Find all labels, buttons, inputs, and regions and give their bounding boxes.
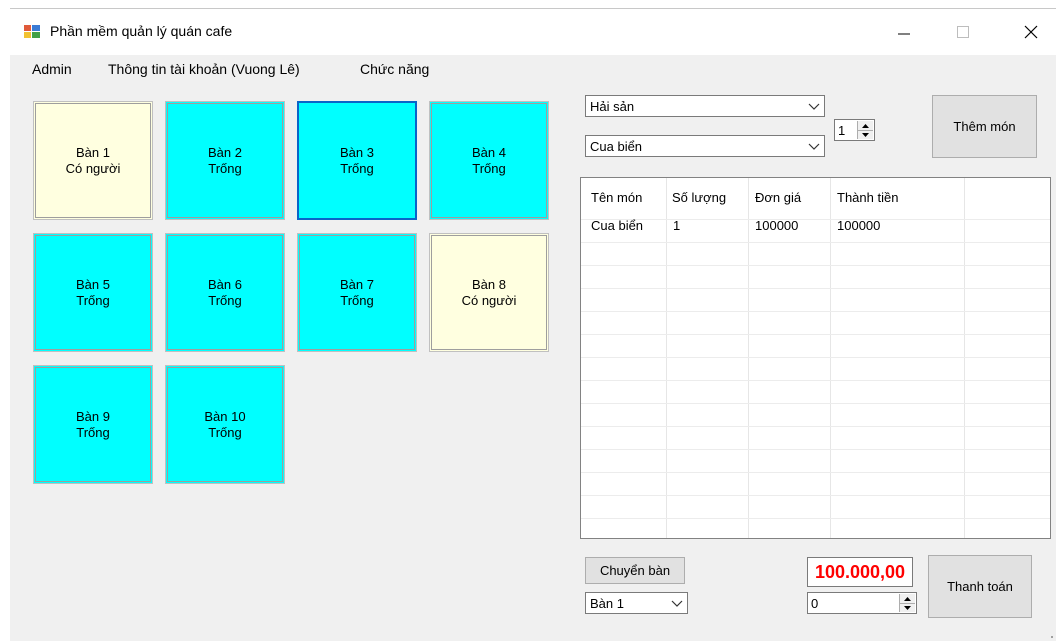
table-button-4[interactable]: Bàn 4 Trống [429, 101, 549, 220]
maximize-icon [957, 26, 969, 38]
arrow-up-icon [862, 123, 869, 128]
stepper-buttons [857, 121, 873, 139]
checkout-button[interactable]: Thanh toán [928, 555, 1032, 618]
switch-table-combobox[interactable]: Bàn 1 [585, 592, 688, 614]
grid-separator [581, 518, 1050, 519]
chevron-down-icon [808, 143, 820, 150]
grid-separator [581, 472, 1050, 473]
bill-cell[interactable]: 100000 [755, 218, 798, 233]
grid-separator [581, 380, 1050, 381]
grid-separator [581, 242, 1050, 243]
stepper-down-button[interactable] [858, 130, 873, 139]
stepper-buttons [899, 594, 915, 612]
maximize-button[interactable] [940, 9, 986, 55]
table-button-3[interactable]: Bàn 3 Trống [297, 101, 417, 220]
menu-account-info[interactable]: Thông tin tài khoản (Vuong Lê) [108, 61, 300, 77]
table-button-frame [299, 235, 415, 350]
bill-cell[interactable]: Cua biển [591, 218, 643, 233]
bill-listview[interactable]: Tên món Số lượng Đơn giá Thành tiền Cua … [580, 177, 1051, 539]
grid-separator [581, 495, 1050, 496]
close-button[interactable] [1008, 9, 1054, 55]
grid-separator [581, 403, 1050, 404]
menu-admin[interactable]: Admin [32, 61, 72, 77]
quantity-stepper[interactable]: 1 [834, 119, 875, 141]
grid-separator [666, 178, 667, 538]
bill-cell[interactable]: 100000 [837, 218, 880, 233]
grid-separator [581, 449, 1050, 450]
table-button-frame [431, 235, 547, 350]
table-button-2[interactable]: Bàn 2 Trống [165, 101, 285, 220]
switch-table-button[interactable]: Chuyển bàn [585, 557, 685, 584]
table-button-frame [35, 103, 151, 218]
arrow-down-icon [862, 132, 869, 137]
discount-value: 0 [811, 596, 819, 611]
table-button-frame [167, 367, 283, 482]
grid-separator [581, 334, 1050, 335]
grid-separator [581, 426, 1050, 427]
grid-separator [581, 311, 1050, 312]
discount-stepper[interactable]: 0 [807, 592, 917, 614]
table-button-7[interactable]: Bàn 7 Trống [297, 233, 417, 352]
table-button-9[interactable]: Bàn 9 Trống [33, 365, 153, 484]
column-header[interactable]: Đơn giá [755, 190, 801, 205]
minimize-icon [898, 33, 910, 35]
arrow-down-icon [904, 605, 911, 610]
menu-functions[interactable]: Chức năng [360, 61, 429, 77]
quantity-value: 1 [838, 123, 846, 138]
minimize-button[interactable] [881, 9, 927, 55]
switch-table-value: Bàn 1 [590, 596, 624, 611]
table-button-frame [431, 103, 547, 218]
grid-separator [581, 357, 1050, 358]
table-button-frame [35, 235, 151, 350]
arrow-up-icon [904, 596, 911, 601]
column-header[interactable]: Số lượng [672, 190, 726, 205]
grid-separator [748, 178, 749, 538]
column-header[interactable]: Thành tiền [837, 190, 898, 205]
category-combobox[interactable]: Hải sản [585, 95, 825, 117]
column-header[interactable]: Tên món [591, 190, 642, 205]
stepper-down-button[interactable] [900, 603, 915, 612]
table-button-8[interactable]: Bàn 8 Có người [429, 233, 549, 352]
table-button-5[interactable]: Bàn 5 Trống [33, 233, 153, 352]
table-button-6[interactable]: Bàn 6 Trống [165, 233, 285, 352]
window-title: Phần mềm quản lý quán cafe [50, 23, 233, 39]
close-icon [1024, 25, 1038, 39]
table-button-10[interactable]: Bàn 10 Trống [165, 365, 285, 484]
grid-separator [581, 265, 1050, 266]
app-window: Phần mềm quản lý quán cafe Admin Thông t… [10, 8, 1056, 641]
menu-bar: Admin Thông tin tài khoản (Vuong Lê) Chứ… [10, 55, 1056, 85]
table-button-frame [35, 367, 151, 482]
chevron-down-icon [671, 600, 683, 607]
total-price-textbox[interactable]: 100.000,00 [807, 557, 913, 587]
resize-grip-icon[interactable] [1047, 632, 1053, 638]
grid-separator [581, 288, 1050, 289]
table-status: Trống [340, 160, 374, 176]
table-button-frame [167, 103, 283, 218]
grid-separator [964, 178, 965, 538]
add-food-button[interactable]: Thêm món [932, 95, 1037, 158]
food-value: Cua biển [590, 139, 643, 154]
grid-separator [581, 219, 1050, 220]
table-button-frame [167, 235, 283, 350]
table-name: Bàn 3 [340, 144, 374, 160]
table-button-1[interactable]: Bàn 1 Có người [33, 101, 153, 220]
chevron-down-icon [808, 103, 820, 110]
category-value: Hải sản [590, 99, 635, 114]
bill-cell[interactable]: 1 [673, 218, 680, 233]
food-combobox[interactable]: Cua biển [585, 135, 825, 157]
title-bar: Phần mềm quản lý quán cafe [10, 9, 1056, 55]
app-icon [24, 25, 40, 38]
grid-separator [830, 178, 831, 538]
